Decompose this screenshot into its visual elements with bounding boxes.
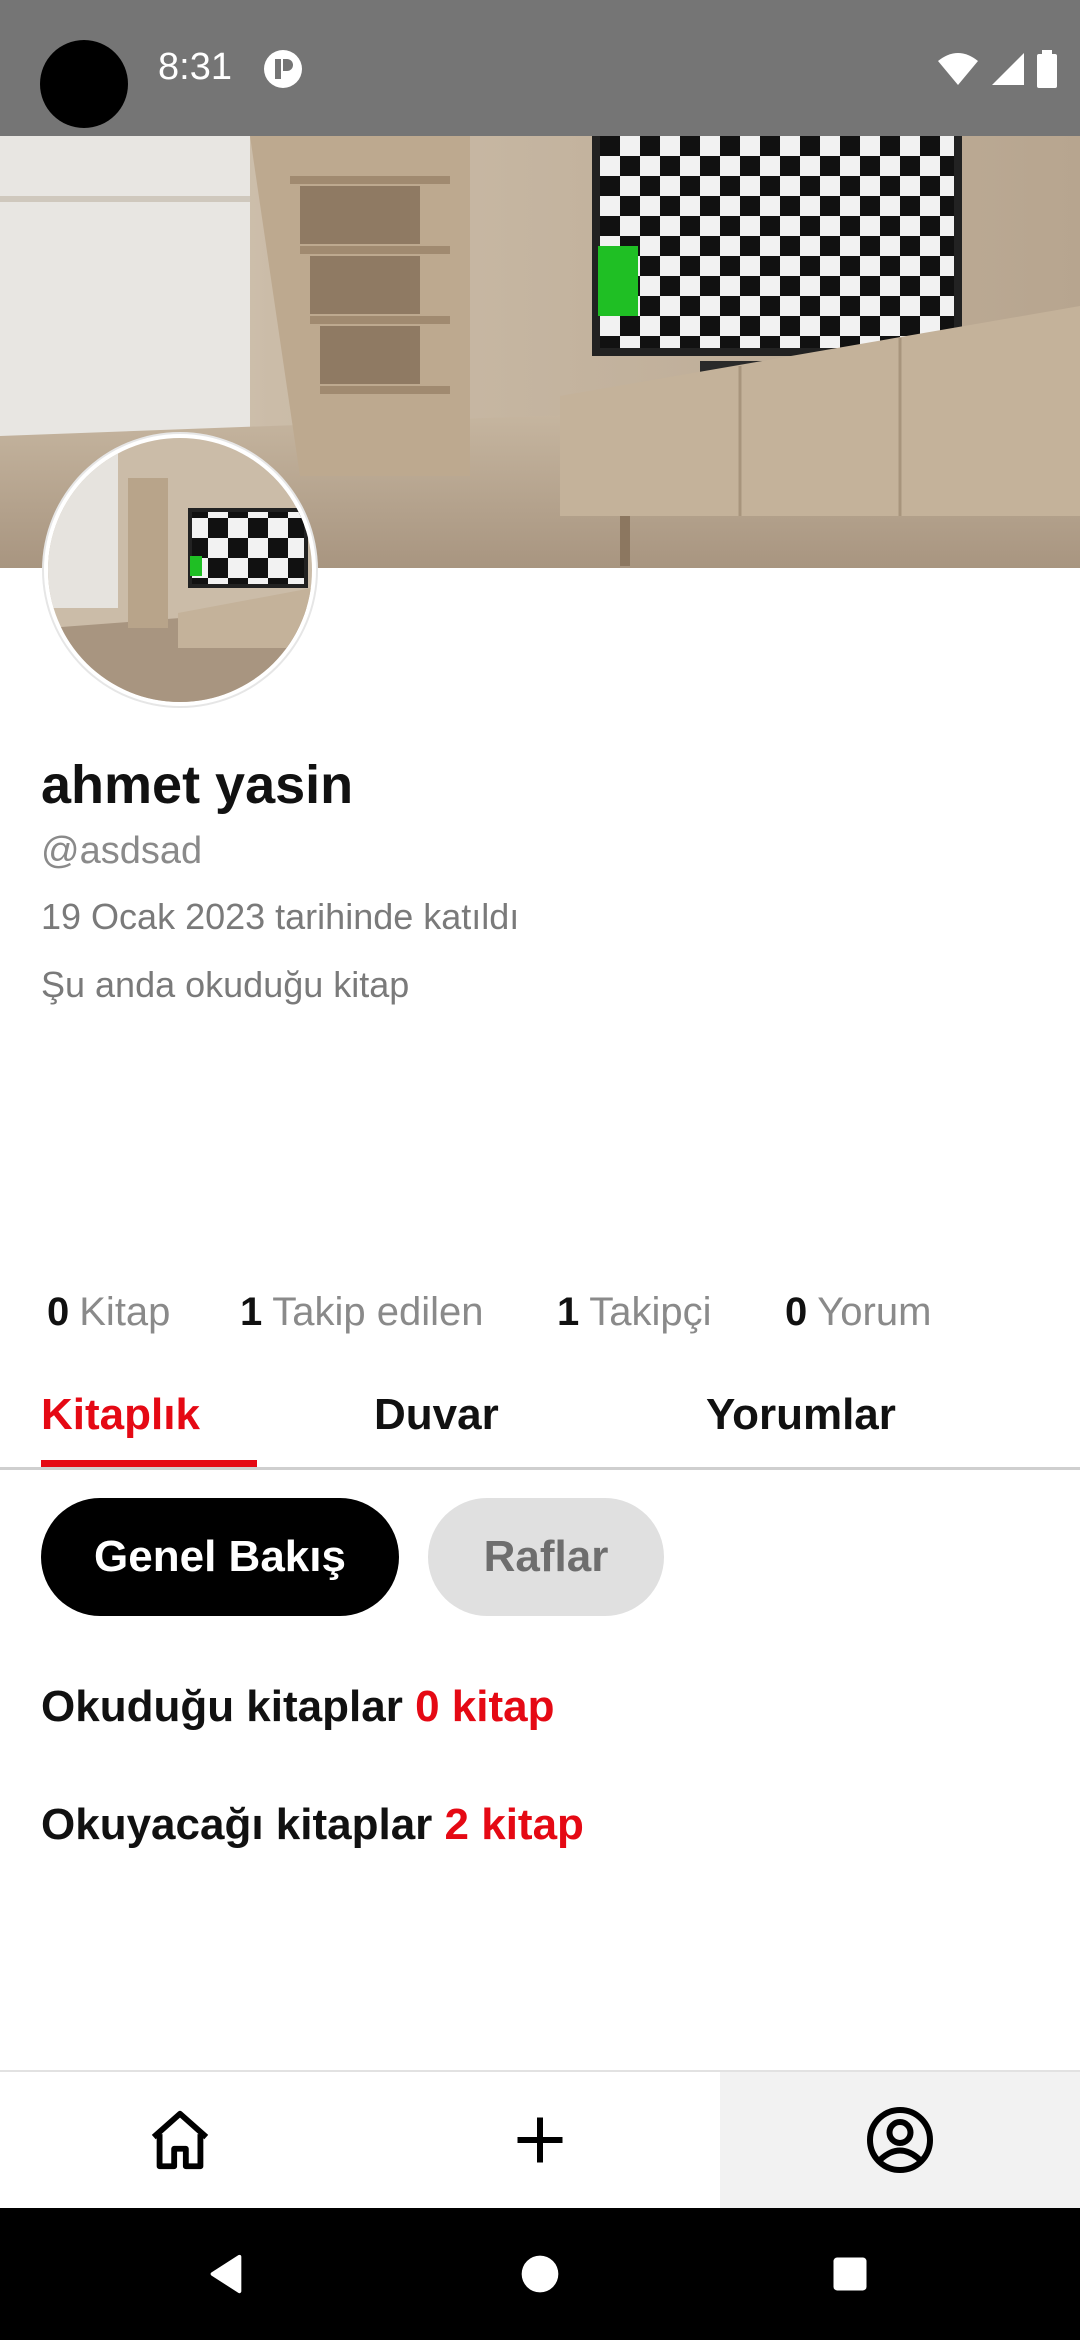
profile-handle: @asdsad (41, 830, 203, 872)
avatar[interactable] (44, 434, 316, 706)
stat-books-label: Kitap (79, 1290, 171, 1334)
battery-icon (1037, 50, 1057, 88)
to-read-books-row[interactable]: Okuyacağı kitaplar 2 kitap (41, 1800, 584, 1850)
overview-chip[interactable]: Genel Bakış (41, 1498, 399, 1616)
status-bar: 8:31 (0, 0, 1080, 136)
bottom-navigation (0, 2070, 1080, 2208)
profile-screen: 8:31 ahmet yasin @asdsad 19 Ocak 2023 ta… (0, 0, 1080, 2340)
stat-followers[interactable]: 1 Takipçi (557, 1290, 712, 1335)
recents-square-icon (833, 2257, 867, 2291)
joined-date: 19 Ocak 2023 tarihinde katıldı (41, 896, 520, 937)
tab-reviews[interactable]: Yorumlar (706, 1390, 896, 1440)
stat-following[interactable]: 1 Takip edilen (240, 1290, 484, 1335)
stat-followers-count: 1 (557, 1290, 580, 1334)
profile-icon (867, 2107, 933, 2173)
stat-reviews-label: Yorum (817, 1290, 932, 1334)
wifi-icon (938, 53, 978, 85)
status-icons (936, 48, 1058, 90)
profile-tabs: Kitaplık Duvar Yorumlar (0, 1380, 1080, 1470)
to-read-books-count: 2 kitap (444, 1800, 584, 1849)
tab-indicator (41, 1460, 257, 1467)
stat-followers-label: Takipçi (589, 1290, 712, 1334)
stat-books[interactable]: 0 Kitap (47, 1290, 170, 1335)
status-time: 8:31 (158, 46, 232, 88)
to-read-books-label: Okuyacağı kitaplar (41, 1800, 433, 1849)
system-back-button[interactable] (166, 2208, 286, 2340)
stat-reviews-count: 0 (785, 1290, 808, 1334)
tab-wall[interactable]: Duvar (374, 1390, 499, 1440)
system-recents-button[interactable] (790, 2208, 910, 2340)
profile-stats: 0 Kitap 1 Takip edilen 1 Takipçi 0 Yorum (0, 1290, 1080, 1340)
signal-icon (992, 53, 1024, 85)
tab-library[interactable]: Kitaplık (41, 1390, 200, 1440)
back-triangle-icon (210, 2254, 242, 2294)
system-home-button[interactable] (480, 2208, 600, 2340)
system-navigation-bar (0, 2208, 1080, 2340)
nav-add-button[interactable] (360, 2072, 720, 2208)
stat-books-count: 0 (47, 1290, 70, 1334)
avatar-image (48, 438, 312, 702)
home-circle-icon (521, 2255, 559, 2293)
home-icon (151, 2110, 209, 2170)
nav-home-button[interactable] (0, 2072, 360, 2208)
read-books-count: 0 kitap (415, 1682, 555, 1731)
read-books-row[interactable]: Okuduğu kitaplar 0 kitap (41, 1682, 554, 1732)
profile-name: ahmet yasin (41, 755, 354, 815)
stat-following-label: Takip edilen (272, 1290, 484, 1334)
stat-reviews[interactable]: 0 Yorum (785, 1290, 931, 1335)
stat-following-count: 1 (240, 1290, 263, 1334)
camera-cutout (40, 40, 128, 128)
nav-profile-button[interactable] (720, 2072, 1080, 2208)
currently-reading-label: Şu anda okuduğu kitap (41, 964, 410, 1005)
add-icon (517, 2117, 563, 2163)
app-notification-icon (264, 50, 302, 88)
read-books-label: Okuduğu kitaplar (41, 1682, 403, 1731)
shelves-chip[interactable]: Raflar (428, 1498, 664, 1616)
